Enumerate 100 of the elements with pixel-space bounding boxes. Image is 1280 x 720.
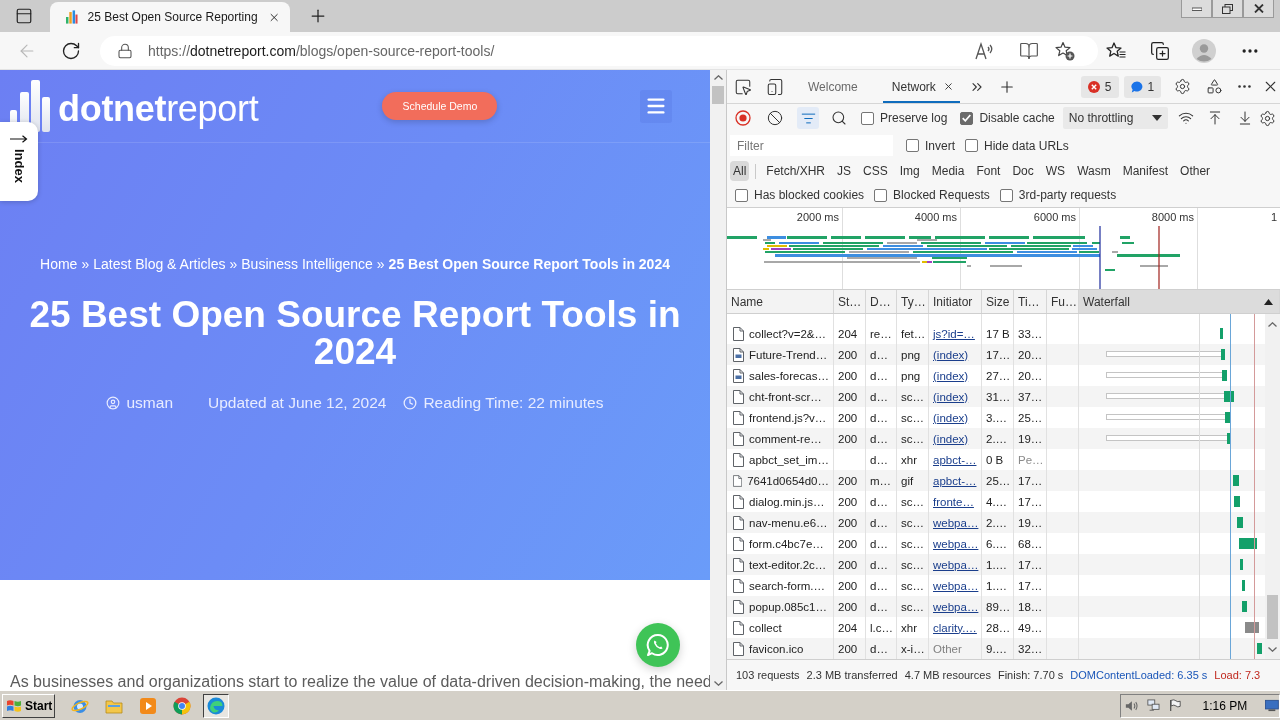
request-name[interactable]: text-editor.2c…: [749, 558, 827, 571]
type-filter[interactable]: WS: [1042, 161, 1069, 181]
scrollbar-thumb[interactable]: [712, 86, 724, 104]
request-name[interactable]: collect?v=2&…: [749, 327, 827, 340]
lock-icon[interactable]: [117, 42, 133, 59]
request-name[interactable]: Future-Trend…: [749, 348, 828, 361]
request-name[interactable]: nav-menu.e6…: [749, 516, 828, 529]
devtools-tab[interactable]: Welcome: [796, 70, 870, 103]
menu-button[interactable]: [640, 89, 672, 123]
initiator-link[interactable]: (index): [933, 390, 969, 403]
start-button[interactable]: Start: [2, 693, 55, 718]
type-filter[interactable]: Other: [1177, 161, 1214, 181]
request-name[interactable]: favicon.ico: [749, 642, 804, 655]
wifi-icon[interactable]: [1177, 110, 1194, 126]
settings-icon[interactable]: [1259, 109, 1277, 127]
initiator-link[interactable]: js?id=…: [933, 327, 975, 340]
scroll-up-icon[interactable]: [713, 74, 723, 80]
checkbox[interactable]: [735, 188, 748, 202]
type-filter[interactable]: Fetch/XHR: [763, 161, 829, 181]
checkbox-label[interactable]: 3rd-party requests: [1018, 188, 1117, 202]
tab-actions-icon[interactable]: [15, 7, 33, 25]
star-list-icon[interactable]: [1106, 40, 1126, 61]
scroll-down-icon[interactable]: [713, 680, 723, 686]
checkbox-label[interactable]: Blocked Requests: [893, 188, 990, 202]
message-count-badge[interactable]: 1: [1123, 75, 1162, 98]
initiator-link[interactable]: webpa…: [933, 516, 979, 529]
record-icon[interactable]: [735, 110, 751, 126]
copy-plus-icon[interactable]: [1150, 40, 1170, 61]
ban-icon[interactable]: [767, 110, 783, 126]
checkbox[interactable]: [960, 111, 974, 125]
close-button[interactable]: [1243, 0, 1274, 18]
inspect-icon[interactable]: [734, 77, 752, 96]
initiator-link[interactable]: webpa…: [933, 600, 979, 613]
scroll-down-icon[interactable]: [1268, 646, 1277, 652]
initiator-link[interactable]: (index): [933, 432, 969, 445]
initiator-link[interactable]: webpa…: [933, 558, 979, 571]
throttling-select[interactable]: No throttling: [1062, 107, 1168, 129]
restore-button[interactable]: [1212, 0, 1243, 18]
initiator-link[interactable]: webpa…: [933, 537, 979, 550]
type-filter[interactable]: Font: [973, 161, 1004, 181]
checkbox-label[interactable]: Invert: [925, 138, 955, 153]
monitor-icon[interactable]: [1265, 699, 1279, 712]
type-filter[interactable]: CSS: [860, 161, 891, 181]
star-plus-icon[interactable]: [1055, 40, 1075, 61]
type-filter[interactable]: Doc: [1009, 161, 1037, 181]
filter-input[interactable]: Filter: [730, 135, 893, 156]
checkbox[interactable]: [906, 139, 919, 152]
initiator-link[interactable]: fronte…: [933, 495, 974, 508]
close-icon[interactable]: [942, 81, 954, 92]
type-filter[interactable]: All: [730, 161, 750, 181]
reload-icon[interactable]: [61, 40, 81, 61]
index-tab[interactable]: Index: [0, 122, 38, 201]
checkbox-label[interactable]: Disable cache: [979, 111, 1055, 125]
shapes-icon[interactable]: [1205, 78, 1223, 95]
checkbox[interactable]: [861, 111, 874, 125]
checkbox[interactable]: [965, 139, 978, 152]
column-header[interactable]: Waterfall: [1079, 290, 1280, 313]
request-name[interactable]: search-form.…: [749, 579, 826, 592]
checkbox-label[interactable]: Has blocked cookies: [754, 188, 865, 202]
request-name[interactable]: frontend.js?v…: [749, 411, 827, 424]
device-icon[interactable]: [766, 77, 784, 96]
checkbox[interactable]: [999, 188, 1013, 202]
request-name[interactable]: comment-re…: [749, 432, 822, 445]
filter-button[interactable]: [797, 107, 819, 129]
initiator-link[interactable]: webpa…: [933, 579, 979, 592]
initiator-link[interactable]: (index): [933, 348, 969, 361]
request-name[interactable]: cht-front-scr…: [749, 390, 822, 403]
error-count-badge[interactable]: 5: [1080, 75, 1119, 98]
type-filter[interactable]: Manifest: [1119, 161, 1172, 181]
initiator-link[interactable]: clarity.…: [933, 621, 977, 634]
avatar-icon[interactable]: [1192, 38, 1216, 63]
initiator-link[interactable]: (index): [933, 411, 969, 424]
browser-tab[interactable]: 25 Best Open Source Reporting: [50, 2, 290, 32]
search-icon[interactable]: [831, 110, 847, 126]
request-name[interactable]: dialog.min.js…: [749, 495, 825, 508]
scrollbar-thumb[interactable]: [1267, 594, 1278, 640]
type-filter[interactable]: JS: [834, 161, 855, 181]
flag-icon[interactable]: [1168, 698, 1181, 713]
settings-icon[interactable]: [1173, 78, 1191, 95]
request-name[interactable]: 7641d0654d0…: [747, 474, 829, 487]
type-filter[interactable]: Wasm: [1074, 161, 1114, 181]
checkbox-label[interactable]: Preserve log: [880, 111, 948, 125]
request-name[interactable]: sales-forecas…: [749, 369, 829, 382]
request-name[interactable]: collect: [749, 621, 782, 634]
request-name[interactable]: apbct_set_im…: [749, 453, 829, 466]
request-name[interactable]: popup.085c1…: [749, 600, 827, 613]
initiator-link[interactable]: (index): [933, 369, 969, 382]
checkbox[interactable]: [874, 188, 888, 202]
read-aloud-icon[interactable]: [975, 41, 995, 60]
network-icon[interactable]: [1146, 698, 1161, 713]
scroll-up-icon[interactable]: [1268, 322, 1277, 328]
type-filter[interactable]: Img: [896, 161, 923, 181]
initiator-link[interactable]: apbct-…: [933, 453, 977, 466]
type-filter[interactable]: Media: [928, 161, 968, 181]
request-name[interactable]: form.c4bc7e…: [749, 537, 824, 550]
sort-arrow-icon[interactable]: [1264, 299, 1273, 305]
book-icon[interactable]: [1019, 40, 1039, 61]
initiator-link[interactable]: apbct-…: [933, 474, 977, 487]
address-field[interactable]: https://dotnetreport.com/blogs/open-source-report-tools/: [100, 35, 1098, 66]
checkbox-label[interactable]: Hide data URLs: [984, 138, 1069, 153]
